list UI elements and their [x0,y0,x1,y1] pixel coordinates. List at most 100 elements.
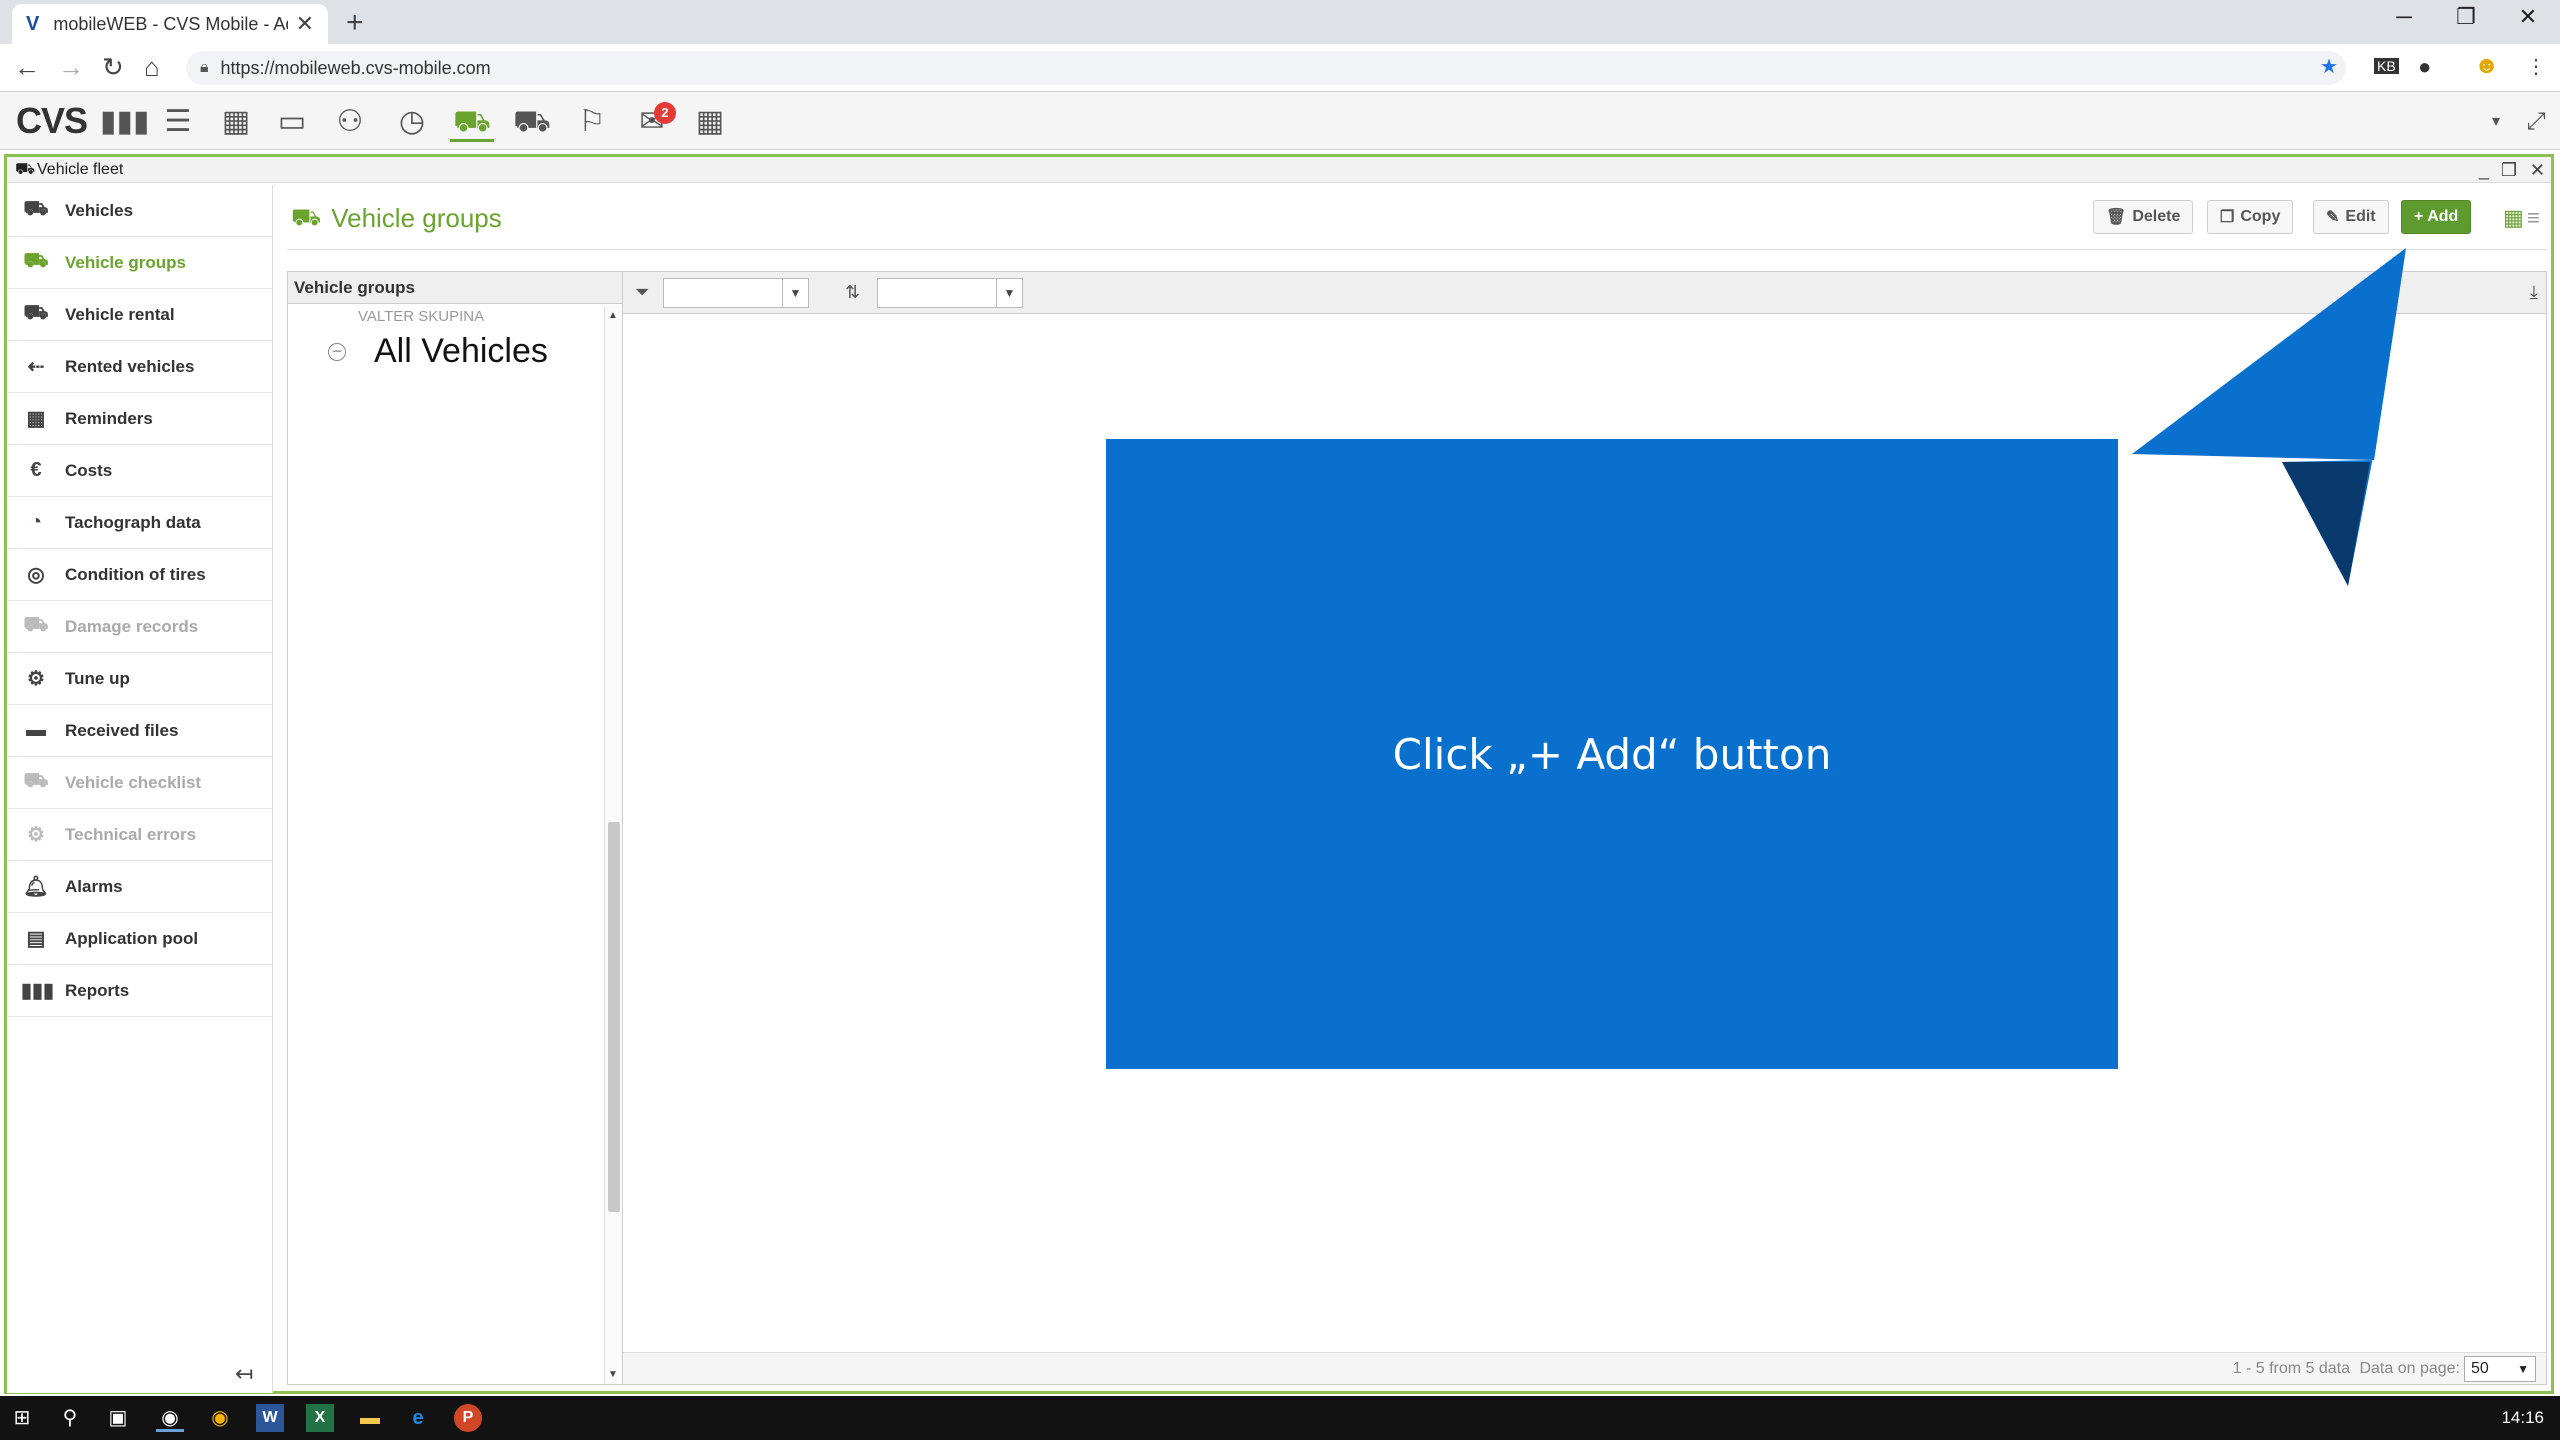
tutorial-callout: Click „+ Add“ button [1106,439,2118,1069]
sidebar-item-tachograph-data[interactable]: ◔ Tachograph data [7,497,272,549]
extension-circle-icon[interactable]: ● [2418,54,2431,80]
rented-vehicles-icon: ⇠ [27,356,45,378]
fullscreen-icon[interactable]: ⤢ [2514,102,2558,142]
sidebar-item-label: Received files [65,720,179,740]
cvs-logo: CVS [16,100,88,141]
sidebar-item-rented-vehicles[interactable]: ⇠ Rented vehicles [7,341,272,393]
tune-up-icon: ⚙ [27,668,45,690]
module-close-icon[interactable]: ✕ [2530,157,2545,183]
tree-scroll-thumb[interactable] [608,822,620,1212]
sidebar-item-received-files[interactable]: ▬ Received files [7,705,272,757]
copy-button[interactable]: ❐ Copy [2207,200,2294,234]
vehicles-alt-icon[interactable]: ⛟ [510,102,554,142]
tire-icon: ◎ [27,564,45,586]
sidebar-item-vehicle-rental[interactable]: ⛟ Vehicle rental [7,289,272,341]
back-icon[interactable]: ← [14,52,40,83]
url-field[interactable]: 🔒︎ https://mobileweb.cvs-mobile.com [186,51,2346,85]
restore-window-icon[interactable]: ❐ [2436,4,2496,30]
edit-label: Edit [2345,208,2376,225]
edit-button[interactable]: ✎ Edit [2313,200,2389,234]
new-tab-button[interactable]: + [346,6,364,40]
windows-taskbar: ⊞ ⚲ ▣ ◉ ◉ W X ▬ e P 14:16 [0,1396,2560,1440]
briefcase-icon[interactable]: ▭ [270,102,314,142]
grid-view-icon[interactable]: ▦ [2503,205,2524,231]
sort-select[interactable]: ▼ [877,278,1023,308]
tab-title: mobileWEB - CVS Mobile - Adva [53,13,287,34]
sidebar-item-label: Vehicle groups [65,252,186,272]
page-title: ⛟ Vehicle groups [291,203,502,234]
filter-select[interactable]: ▼ [663,278,809,308]
copy-label: Copy [2240,208,2281,225]
extension-kb-icon[interactable]: KB [2374,58,2399,74]
browser-tab[interactable]: V mobileWEB - CVS Mobile - Adva ✕ [12,4,328,44]
sidebar-item-alarms[interactable]: 🔔︎ Alarms [7,861,272,913]
windows-start-icon[interactable]: ⊞ [8,1404,36,1432]
damage-icon: ⛟ [23,614,49,636]
folder-icon: ▬ [26,719,46,741]
documents-icon[interactable]: ☰ [156,102,200,142]
map-icon[interactable]: ⚐ [570,102,614,142]
tree-item-all-vehicles[interactable]: − All Vehicles [328,332,548,371]
vehicle-rental-icon: ⛟ [23,302,49,324]
calendar-icon[interactable]: ▦ [214,102,258,142]
vehicle-groups-tree-panel: Vehicle groups VALTER SKUPINA − All Vehi… [287,271,623,1385]
tree-item-partial[interactable]: VALTER SKUPINA [358,308,484,325]
file-explorer-icon[interactable]: ▬ [356,1404,384,1432]
collapse-node-icon[interactable]: − [328,342,346,361]
sidebar-item-application-pool[interactable]: ▤ Application pool [7,913,272,965]
sidebar-item-reports[interactable]: ▮▮▮ Reports [7,965,272,1017]
toolbar-dropdown-icon[interactable]: ▾ [2474,102,2518,142]
chevron-down-icon[interactable]: ▼ [782,279,808,307]
chevron-down-icon[interactable]: ▼ [996,279,1022,307]
profile-avatar-icon[interactable]: ☻ [2474,52,2499,80]
module-minimize-icon[interactable]: _ [2479,157,2489,183]
task-view-icon[interactable]: ▣ [104,1404,132,1432]
vehicle-fleet-icon[interactable]: ⛟ [450,102,494,142]
minimize-window-icon[interactable]: ─ [2374,4,2434,30]
apps-grid-icon[interactable]: ▦ [688,102,732,142]
notification-badge: 2 [654,102,676,124]
sidebar-item-label: Vehicle rental [65,304,175,324]
tutorial-instruction: Click „+ Add“ button [1392,729,1832,779]
sidebar-item-label: Reports [65,980,130,1000]
download-icon[interactable]: ⤓ [2530,282,2538,303]
tree-scrollbar[interactable]: ▲ ▼ [604,306,622,1384]
bookmark-star-icon[interactable]: ★ [2320,54,2338,79]
add-button[interactable]: + Add [2401,200,2472,234]
statistics-icon[interactable]: ▮▮▮ [100,102,150,142]
forward-icon[interactable]: → [58,52,84,83]
driver-icon[interactable]: ⚇ [328,102,372,142]
tree-header: Vehicle groups [288,272,622,304]
close-window-icon[interactable]: ✕ [2498,4,2558,30]
sidebar-item-vehicle-groups[interactable]: ⛟ Vehicle groups [7,237,272,289]
vehicle-groups-icon: ⛟ [291,203,322,231]
sidebar-item-reminders[interactable]: ▦ Reminders [7,393,272,445]
chrome-icon[interactable]: ◉ [156,1404,184,1432]
reload-icon[interactable]: ↻ [102,52,124,83]
collapse-sidebar-icon[interactable]: ↤ [235,1361,253,1387]
filter-bar: ⏷ ▼ ⇅ ▼ ⤓ [623,272,2546,314]
edge-icon[interactable]: e [404,1404,432,1432]
list-view-icon[interactable]: ≡ [2527,205,2540,231]
excel-icon[interactable]: X [306,1404,334,1432]
chrome-canary-icon[interactable]: ◉ [206,1404,234,1432]
search-icon[interactable]: ⚲ [56,1404,84,1432]
sidebar-item-costs[interactable]: € Costs [7,445,272,497]
module-restore-icon[interactable]: ❐ [2501,157,2517,183]
sidebar-item-condition-of-tires[interactable]: ◎ Condition of tires [7,549,272,601]
scroll-down-icon[interactable]: ▼ [608,1369,618,1380]
home-icon[interactable]: ⌂ [144,52,160,83]
scroll-up-icon[interactable]: ▲ [608,310,618,321]
tab-close-icon[interactable]: ✕ [296,11,314,37]
delete-button[interactable]: 🗑︎ Delete [2093,200,2194,234]
browser-menu-icon[interactable]: ⋮ [2526,54,2546,79]
powerpoint-icon[interactable]: P [454,1404,482,1432]
sidebar-item-tune-up[interactable]: ⚙ Tune up [7,653,272,705]
schedule-icon[interactable]: ◷ [390,102,434,142]
grid-footer: 1 - 5 from 5 data Data on page: 50 ▼ [623,1352,2546,1384]
address-bar-row: ← → ↻ ⌂ 🔒︎ https://mobileweb.cvs-mobile.… [0,44,2560,92]
sidebar-item-vehicles[interactable]: ⛟ Vehicles [7,185,272,237]
euro-icon: € [30,459,42,481]
per-page-select[interactable]: 50 ▼ [2464,1356,2536,1382]
word-icon[interactable]: W [256,1404,284,1432]
